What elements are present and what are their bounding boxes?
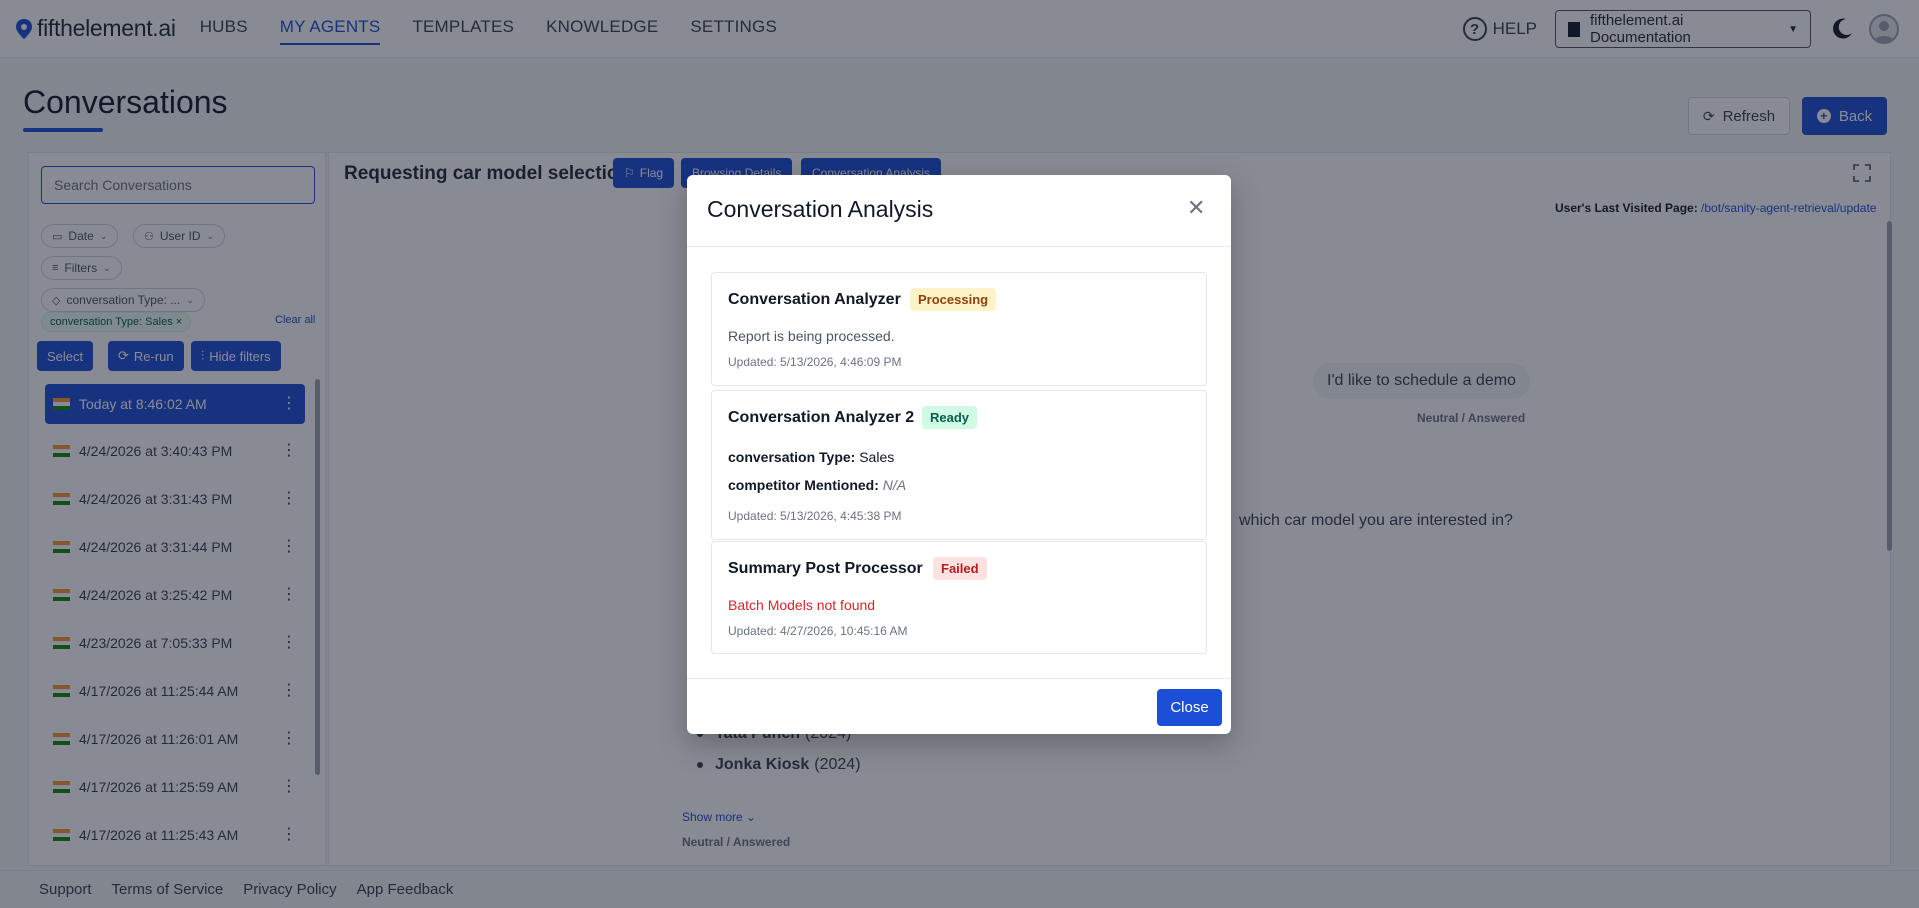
field-key: conversation Type: (728, 449, 856, 465)
field-value: N/A (882, 477, 907, 493)
analyzer-card-title: Conversation Analyzer (728, 291, 901, 308)
modal-header: Conversation Analysis ✕ (687, 175, 1231, 247)
modal-footer: Close (687, 678, 1231, 734)
analysis-field: competitor Mentioned: N/A (728, 477, 906, 493)
analysis-field: conversation Type: Sales (728, 449, 894, 465)
analyzer-card-title: Summary Post Processor (728, 560, 923, 577)
analyzer-card-updated: Updated: 5/13/2026, 4:45:38 PM (728, 509, 902, 523)
analyzer-card-updated: Updated: 5/13/2026, 4:46:09 PM (728, 355, 902, 369)
modal-title: Conversation Analysis (707, 196, 934, 222)
status-badge: Ready (922, 406, 978, 429)
analyzer-card: Conversation Analyzer 2 Ready conversati… (711, 390, 1207, 540)
analyzer-card-error: Batch Models not found (728, 597, 876, 613)
status-badge: Processing (910, 288, 997, 311)
analyzer-card-body: Report is being processed. (728, 328, 895, 344)
close-icon[interactable]: ✕ (1187, 197, 1205, 219)
close-button[interactable]: Close (1157, 689, 1222, 726)
field-value: Sales (859, 449, 895, 465)
status-badge: Failed (933, 557, 987, 580)
analyzer-card-title: Conversation Analyzer 2 (728, 409, 915, 426)
analyzer-card-updated: Updated: 4/27/2026, 10:45:16 AM (728, 624, 908, 638)
field-key: competitor Mentioned: (728, 477, 879, 493)
analyzer-card: Conversation Analyzer Processing Report … (711, 272, 1207, 386)
analyzer-card: Summary Post Processor Failed Batch Mode… (711, 541, 1207, 654)
conversation-analysis-modal: Conversation Analysis ✕ Conversation Ana… (687, 175, 1231, 734)
